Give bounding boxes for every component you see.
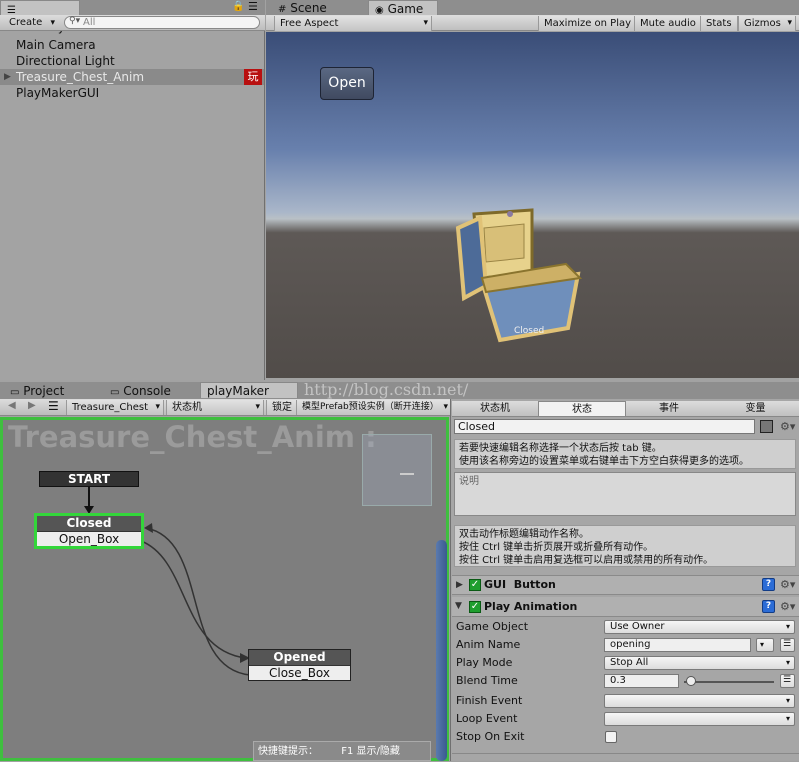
lock-button[interactable]: 锁定: [266, 400, 298, 415]
fsm-select-dropdown[interactable]: 状态机: [166, 400, 264, 415]
chest-side-left: [455, 215, 489, 302]
prefab-dropdown[interactable]: 模型Prefab预设实例（断开连接）: [296, 400, 452, 415]
scrollbar[interactable]: [436, 540, 447, 761]
prop-label-loop-event: Loop Event: [456, 712, 518, 725]
tab-game[interactable]: ◉ Game: [368, 0, 438, 16]
folder-icon: ▭: [10, 387, 20, 398]
watermark: http://blog.csdn.net/: [304, 380, 469, 399]
fold-arrow-icon[interactable]: ▶: [456, 580, 463, 590]
panel-menu-icon[interactable]: ☰: [248, 0, 258, 13]
console-icon: ▭: [110, 387, 120, 398]
transition-close-box: [145, 527, 251, 676]
transition-open-box: [140, 540, 247, 659]
tab-scene[interactable]: # Scene: [272, 0, 362, 16]
hierarchy-item-directional-light[interactable]: Directional Light: [0, 53, 264, 69]
anim-name-field[interactable]: opening: [604, 638, 751, 652]
chest-lid-inner: [483, 223, 525, 263]
prop-label-finish-event: Finish Event: [456, 694, 523, 707]
game-object-dropdown[interactable]: Use Owner: [604, 620, 795, 634]
tab-console[interactable]: ▭ Console: [104, 383, 196, 399]
tab-playmaker[interactable]: playMaker: [200, 382, 298, 398]
finish-event-dropdown[interactable]: [604, 694, 795, 708]
prop-label-stop-on-exit: Stop On Exit: [456, 730, 525, 743]
state-closed-title: Closed: [37, 516, 141, 531]
create-button[interactable]: Create: [4, 16, 58, 30]
back-arrow-icon[interactable]: ◀: [8, 400, 16, 411]
prop-label-anim-name: Anim Name: [456, 638, 521, 651]
state-opened-title: Opened: [249, 650, 350, 665]
state-opened[interactable]: Opened Close_Box: [248, 649, 351, 681]
fsm-object-dropdown[interactable]: Treasure_Chest: [66, 400, 164, 415]
mute-audio-button[interactable]: Mute audio: [634, 16, 702, 31]
state-name-field[interactable]: Closed: [454, 419, 755, 434]
help-icon[interactable]: ?: [762, 600, 775, 613]
tab-hierarchy[interactable]: ☰ Hierarchy: [0, 0, 80, 34]
help-icon[interactable]: ?: [762, 578, 775, 591]
aspect-dropdown[interactable]: Free Aspect: [274, 16, 432, 31]
search-field[interactable]: ⚲▾ All: [64, 16, 260, 29]
prop-label-blend-time: Blend Time: [456, 674, 518, 687]
inspector-divider: [452, 753, 799, 754]
chest-lock: [507, 211, 513, 217]
start-node[interactable]: START: [39, 471, 139, 487]
tab-events[interactable]: 事件: [626, 401, 712, 417]
state-hint-box: 若要快速编辑名称选择一个状态后按 tab 键。 使用该名称旁边的设置菜单或右键单…: [454, 439, 796, 469]
anim-name-variable-toggle[interactable]: ☰: [780, 638, 795, 652]
gizmos-dropdown[interactable]: Gizmos: [738, 16, 796, 31]
blend-time-field[interactable]: 0.3: [604, 674, 679, 688]
action-settings-gear-icon[interactable]: ⚙▾: [780, 601, 795, 613]
tab-project[interactable]: ▭ Project: [4, 383, 96, 399]
search-icon: ⚲▾: [69, 16, 81, 26]
open-button[interactable]: Open: [320, 67, 374, 100]
stop-on-exit-checkbox[interactable]: [605, 731, 617, 743]
chest-label: Closed: [514, 326, 545, 336]
expand-arrow-icon[interactable]: ▶: [4, 69, 11, 85]
action-settings-gear-icon[interactable]: ⚙▾: [780, 579, 795, 591]
hierarchy-item-playmaker-gui[interactable]: PlayMakerGUI: [0, 85, 264, 101]
playmaker-badge: 玩: [244, 69, 262, 85]
event-close-box[interactable]: Close_Box: [249, 665, 350, 680]
action-enable-checkbox[interactable]: ✓: [469, 579, 481, 591]
state-closed[interactable]: Closed Open_Box: [34, 513, 144, 549]
tab-state[interactable]: 状态: [538, 401, 626, 417]
blend-time-slider-handle[interactable]: [686, 676, 696, 686]
action-hint-box: 双击动作标题编辑动作名称。 按住 Ctrl 键单击折页展开或折叠所有动作。 按住…: [454, 525, 796, 567]
shortcut-hint: 快捷键提示： F1 显示/隐藏: [253, 741, 431, 761]
play-mode-dropdown[interactable]: Stop All: [604, 656, 795, 670]
prop-label-play-mode: Play Mode: [456, 656, 513, 669]
action-enable-checkbox[interactable]: ✓: [469, 601, 481, 613]
loop-event-dropdown[interactable]: [604, 712, 795, 726]
blend-time-slider-track[interactable]: [684, 681, 774, 683]
tab-fsm[interactable]: 状态机: [452, 401, 538, 417]
menu-icon[interactable]: ☰: [48, 399, 59, 413]
state-settings-gear-icon[interactable]: ⚙▾: [780, 421, 795, 433]
description-field[interactable]: 说明: [454, 472, 796, 516]
hierarchy-item-treasure-chest[interactable]: Treasure_Chest_Anim: [0, 69, 264, 85]
state-color-swatch[interactable]: [760, 420, 773, 433]
stats-button[interactable]: Stats: [700, 16, 738, 31]
blend-time-variable-toggle[interactable]: ☰: [780, 674, 795, 688]
event-open-box[interactable]: Open_Box: [37, 531, 141, 546]
action-title-play-animation: Play Animation: [484, 600, 578, 613]
transition-arrows: [84, 486, 251, 676]
hierarchy-item-main-camera[interactable]: Main Camera: [0, 37, 264, 53]
lock-icon[interactable]: 🔒: [232, 1, 244, 12]
arrowhead-to-closed: [144, 523, 153, 533]
anim-name-dropdown[interactable]: ▾: [756, 638, 774, 652]
action-title-gui-button: GUI Button: [484, 578, 556, 591]
grid-icon: #: [278, 4, 287, 15]
tab-variables[interactable]: 变量: [712, 401, 799, 417]
prop-label-game-object: Game Object: [456, 620, 529, 633]
maximize-on-play-button[interactable]: Maximize on Play: [538, 16, 638, 31]
forward-arrow-icon[interactable]: ▶: [28, 400, 36, 411]
fold-arrow-open-icon[interactable]: ▼: [455, 601, 462, 611]
